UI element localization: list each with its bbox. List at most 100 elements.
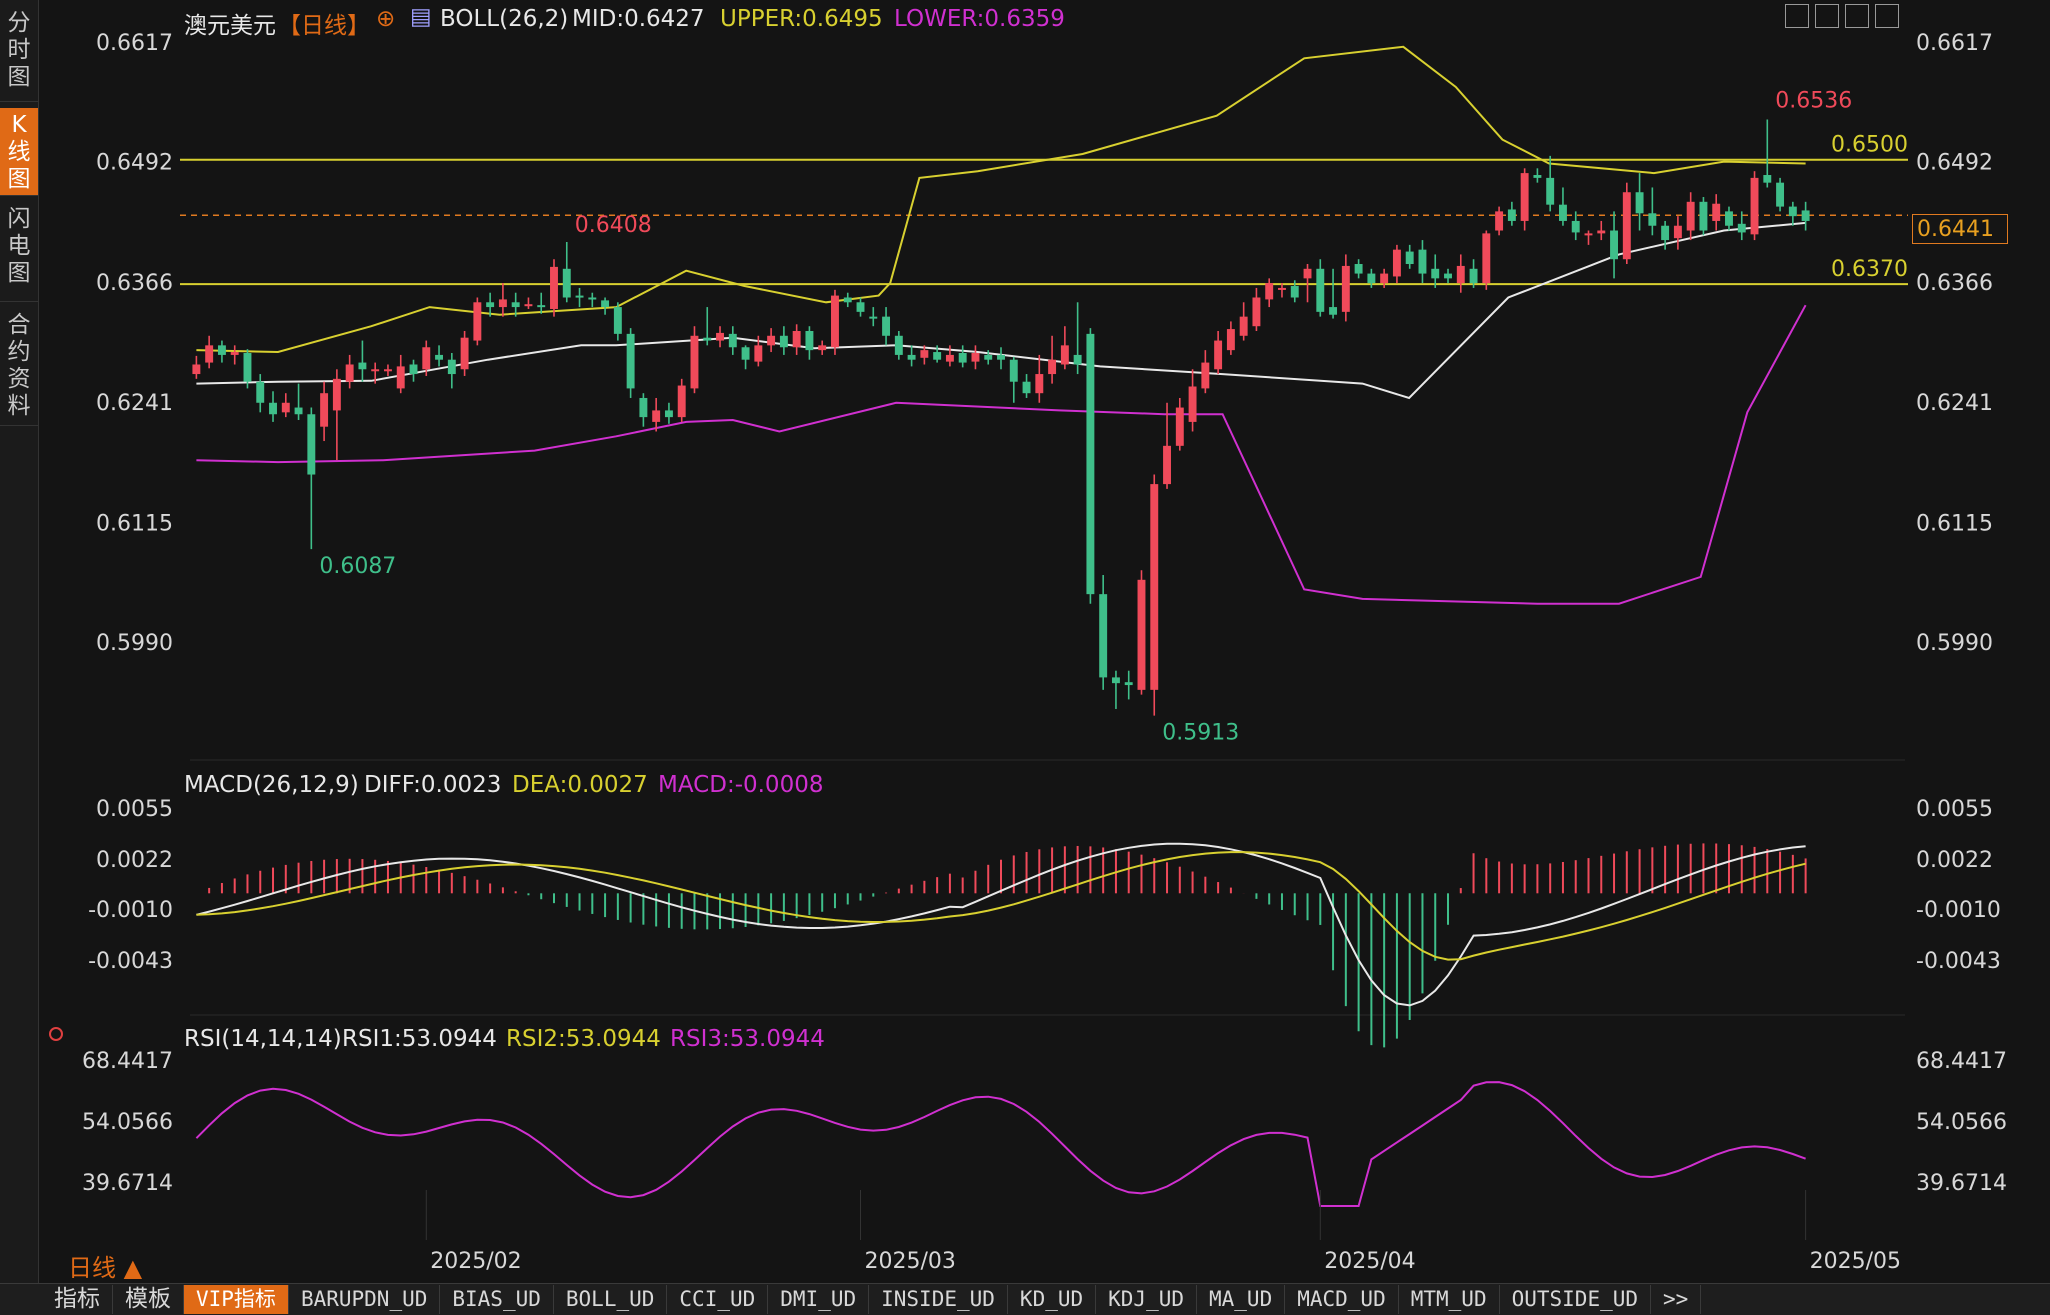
candle-body xyxy=(435,354,444,360)
candle-body xyxy=(1316,268,1325,312)
candle-body xyxy=(486,302,495,308)
candle-body xyxy=(677,385,686,418)
candle-body xyxy=(1354,264,1363,274)
low-annotation: 0.5913 xyxy=(1162,721,1239,746)
candle-body xyxy=(1226,329,1235,351)
candle-body xyxy=(409,364,418,375)
candle-body xyxy=(281,402,290,413)
candle-body xyxy=(1686,201,1695,231)
candle-body xyxy=(1367,273,1376,284)
toolbar-item-mtm-ud[interactable]: MTM_UD xyxy=(1399,1285,1500,1314)
maximize-icon[interactable] xyxy=(1875,4,1899,28)
macd-tick-left: 0.0055 xyxy=(96,797,173,822)
candle-body xyxy=(1022,381,1031,394)
toolbar-item-cci-ud[interactable]: CCI_UD xyxy=(667,1285,769,1314)
candle-body xyxy=(588,297,597,300)
rsi-settings-icon xyxy=(49,1027,63,1041)
price-tick-left: 0.6366 xyxy=(96,271,173,296)
price-tick-left: 0.6115 xyxy=(96,511,173,536)
candle-body xyxy=(907,354,916,360)
candle-body xyxy=(1776,182,1785,207)
candle-body xyxy=(1597,230,1606,234)
crosshair-icon[interactable] xyxy=(1785,4,1809,28)
candle-body xyxy=(1175,407,1184,446)
candle-body xyxy=(805,330,814,351)
symbol-name: 澳元美元 xyxy=(184,13,276,39)
candle-body xyxy=(473,302,482,341)
candle-body xyxy=(1009,359,1018,382)
toolbar-item--[interactable]: 指标 xyxy=(0,1285,113,1314)
price-tick-right: 0.6115 xyxy=(1916,511,1993,536)
candle-body xyxy=(1482,233,1491,284)
macd-tick-left: 0.0022 xyxy=(96,848,173,873)
toolbar-item-ma-ud[interactable]: MA_UD xyxy=(1197,1285,1286,1314)
rsi-tick-right: 54.0566 xyxy=(1916,1110,2007,1135)
macd-name: MACD(26,12,9) xyxy=(184,772,359,798)
macd-tick-right: 0.0022 xyxy=(1916,848,1993,873)
price-tick-right: 0.5990 xyxy=(1916,631,1993,656)
period-label[interactable]: 日线 ▲ xyxy=(68,1248,142,1283)
toolbar-item-bias-ud[interactable]: BIAS_UD xyxy=(440,1285,554,1314)
candle-body xyxy=(1699,201,1708,231)
toolbar-item-boll-ud[interactable]: BOLL_UD xyxy=(554,1285,668,1314)
level-label-lower: 0.6370 xyxy=(1831,257,1908,282)
candle-body xyxy=(984,354,993,360)
candle-body xyxy=(537,305,546,308)
candle-body xyxy=(792,330,801,348)
candle-body xyxy=(1392,249,1401,277)
toolbar-item-kdj-ud[interactable]: KDJ_UD xyxy=(1096,1285,1197,1314)
period-tag[interactable]: 【日线】 xyxy=(278,6,370,40)
toolbar-item--[interactable]: >> xyxy=(1651,1285,1702,1314)
toolbar-item-barupdn-ud[interactable]: BARUPDN_UD xyxy=(289,1285,441,1314)
candle-body xyxy=(1341,265,1350,312)
price-tick-right: 0.6617 xyxy=(1916,31,1993,56)
candle-body xyxy=(601,300,610,308)
candle-body xyxy=(1048,359,1057,375)
candle-body xyxy=(869,316,878,319)
rsi-tick-right: 39.6714 xyxy=(1916,1171,2007,1196)
candle-body xyxy=(1456,265,1465,284)
toolbar-item-macd-ud[interactable]: MACD_UD xyxy=(1285,1285,1399,1314)
high-annotation: 0.6536 xyxy=(1775,89,1852,114)
macd-tick-right: 0.0055 xyxy=(1916,797,1993,822)
candle-body xyxy=(205,345,214,363)
candle-body xyxy=(843,297,852,303)
candle-body xyxy=(294,407,303,415)
settings-icon[interactable]: ⊕ xyxy=(376,6,395,32)
candle-body xyxy=(575,295,584,298)
candle-body xyxy=(345,364,354,382)
candle-body xyxy=(1150,484,1159,690)
candle-body xyxy=(332,378,341,411)
date-label: 2025/04 xyxy=(1324,1249,1415,1274)
toolbar-item-vip-[interactable]: VIP指标 xyxy=(184,1285,289,1314)
candle-body xyxy=(1763,175,1772,183)
toolbar-item--[interactable]: 模板 xyxy=(113,1285,184,1314)
candle-body xyxy=(779,335,788,348)
rsi-tick-right: 68.4417 xyxy=(1916,1049,2007,1074)
bar-view-icon[interactable] xyxy=(1815,4,1839,28)
date-label: 2025/03 xyxy=(865,1249,956,1274)
toolbar-item-outside-ud[interactable]: OUTSIDE_UD xyxy=(1500,1285,1652,1314)
price-tick-left: 0.6241 xyxy=(96,391,173,416)
candle-body xyxy=(920,350,929,358)
chart-canvas[interactable]: 0.6617 0.6617 0.6492 0.6492 0.6366 0.6366 0.62… xyxy=(0,0,2050,1285)
candle-body xyxy=(1712,203,1721,221)
candle-body xyxy=(1533,175,1542,178)
candle-body xyxy=(498,299,507,308)
candle-body xyxy=(384,369,392,372)
candle-body xyxy=(1546,177,1555,205)
candle-body xyxy=(831,295,839,348)
macd-dea: DEA:0.0027 xyxy=(512,772,648,798)
candle-body xyxy=(371,369,380,372)
indicator-icon[interactable]: ▤ xyxy=(410,4,432,30)
candle-body xyxy=(1788,206,1797,217)
layout-icon[interactable] xyxy=(1845,4,1869,28)
candle-body xyxy=(1405,251,1414,265)
candle-body xyxy=(741,347,750,360)
boll-mid: MID:0.6427 xyxy=(572,6,705,32)
candle-body xyxy=(1265,283,1274,300)
toolbar-item-kd-ud[interactable]: KD_UD xyxy=(1008,1285,1097,1314)
candle-body xyxy=(1111,677,1120,684)
toolbar-item-inside-ud[interactable]: INSIDE_UD xyxy=(869,1285,1008,1314)
toolbar-item-dmi-ud[interactable]: DMI_UD xyxy=(768,1285,870,1314)
